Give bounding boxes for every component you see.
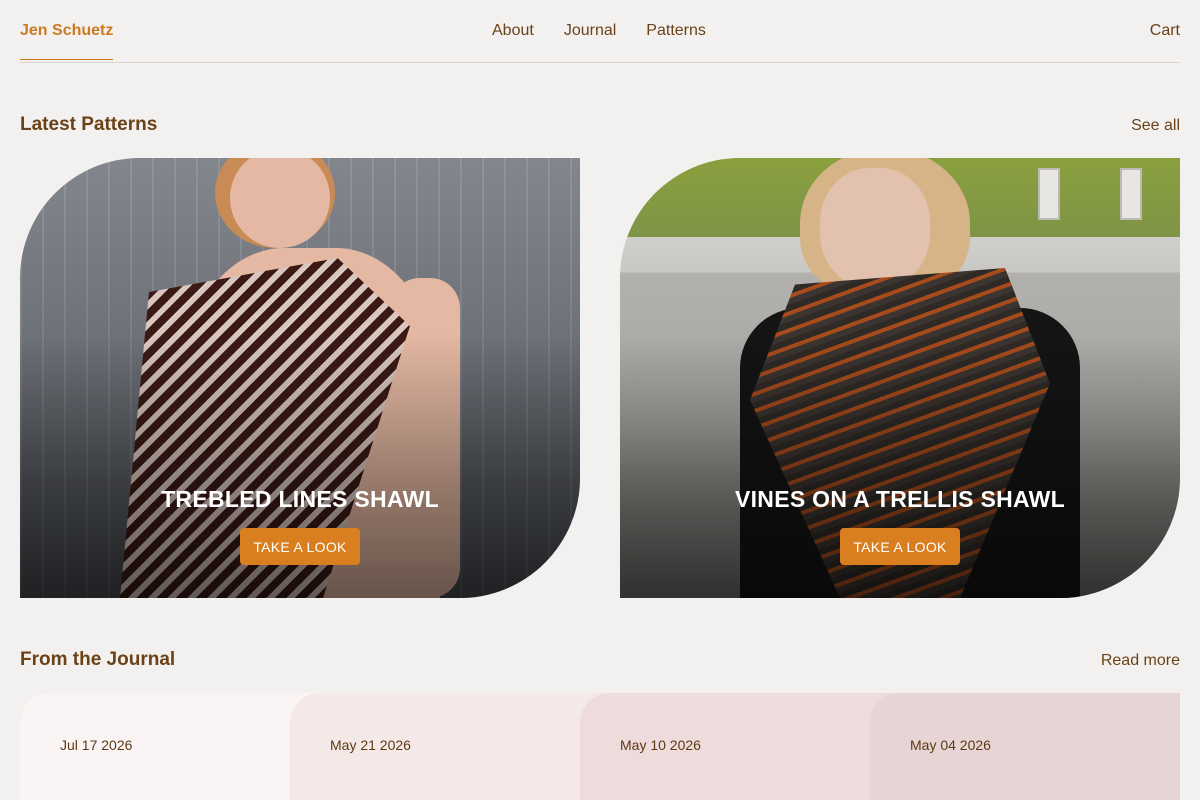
journal-date: May 04 2026 (910, 737, 991, 753)
main-nav: About Journal Patterns (492, 22, 706, 40)
journal-title: From the Journal (20, 649, 176, 670)
pattern-title: VINES ON A TRELLIS SHAWL (734, 486, 1066, 512)
pattern-title: TREBLED LINES SHAWL (161, 486, 439, 512)
journal-date: May 10 2026 (620, 737, 701, 753)
see-all-link[interactable]: See all (1131, 117, 1180, 135)
nav-about[interactable]: About (492, 22, 534, 40)
pattern-card-vines-on-a-trellis[interactable]: VINES ON A TRELLIS SHAWL TAKE A LOOK (620, 158, 1180, 598)
brand-link[interactable]: Jen Schuetz (20, 22, 114, 60)
journal-date: Jul 17 2026 (60, 737, 133, 753)
take-a-look-button[interactable]: TAKE A LOOK (840, 528, 960, 565)
cart-link[interactable]: Cart (1150, 22, 1180, 40)
journal-entry[interactable]: May 21 2026 (290, 693, 610, 800)
journal-entry[interactable]: May 10 2026 (580, 693, 900, 800)
latest-patterns-title: Latest Patterns (20, 114, 158, 135)
pattern-card-trebled-lines[interactable]: TREBLED LINES SHAWL TAKE A LOOK (20, 158, 580, 598)
journal-entry[interactable]: Jul 17 2026 (20, 693, 330, 800)
site-header: Jen Schuetz About Journal Patterns Cart (20, 0, 1180, 63)
take-a-look-button[interactable]: TAKE A LOOK (240, 528, 360, 565)
nav-patterns[interactable]: Patterns (646, 22, 706, 40)
nav-journal[interactable]: Journal (564, 22, 616, 40)
journal-date: May 21 2026 (330, 737, 411, 753)
read-more-link[interactable]: Read more (1101, 652, 1180, 670)
journal-entry[interactable]: May 04 2026 (870, 693, 1180, 800)
